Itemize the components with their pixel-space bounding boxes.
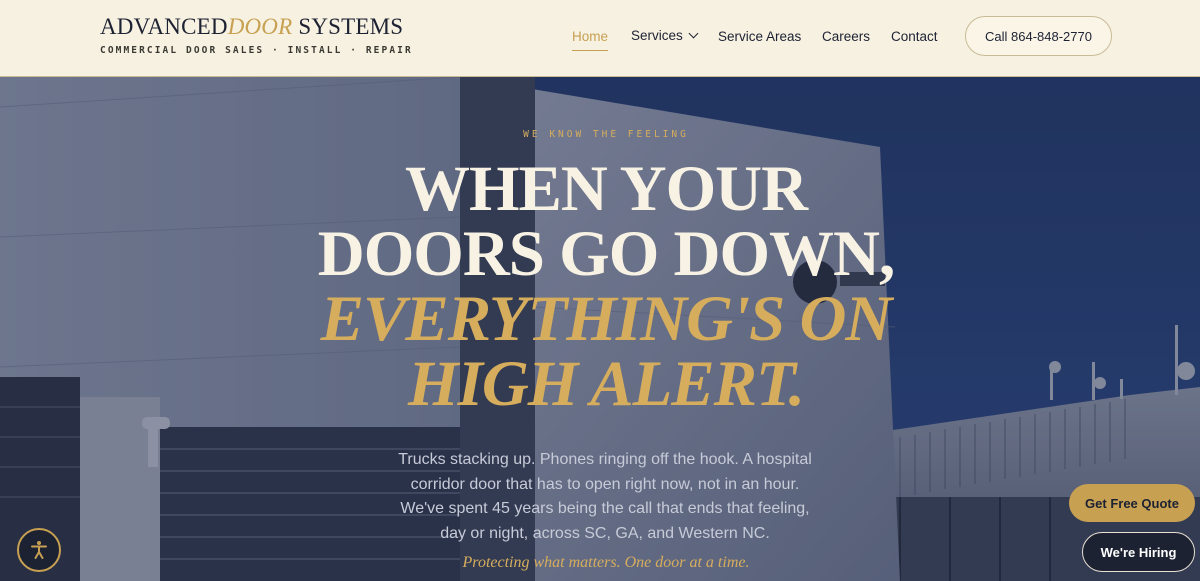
site-header: ADVANCEDDOOR SYSTEMS COMMERCIAL DOOR SAL… — [0, 0, 1200, 77]
logo[interactable]: ADVANCEDDOOR SYSTEMS COMMERCIAL DOOR SAL… — [100, 14, 413, 56]
headline-line-2: DOORS GO DOWN, — [317, 218, 895, 290]
headline-accent-line-2: HIGH ALERT. — [408, 348, 805, 420]
nav-home[interactable]: Home — [572, 29, 609, 51]
hero-tagline: Protecting what matters. One door at a t… — [462, 554, 750, 571]
hero-body-text: Trucks stacking up. Phones ringing off t… — [398, 451, 812, 542]
hero-headline: WHEN YOUR DOORS GO DOWN, EVERYTHING'S ON… — [0, 157, 1200, 417]
nav-services-label: Services — [631, 28, 683, 43]
nav-service-areas[interactable]: Service Areas — [718, 29, 801, 44]
logo-word-advanced: ADVANCED — [100, 14, 228, 39]
chevron-down-icon — [688, 28, 699, 39]
call-button[interactable]: Call 864-848-2770 — [965, 16, 1112, 56]
get-free-quote-button[interactable]: Get Free Quote — [1069, 484, 1195, 522]
nav-contact[interactable]: Contact — [891, 29, 938, 44]
were-hiring-button[interactable]: We're Hiring — [1082, 532, 1195, 572]
headline-accent-line-1: EVERYTHING'S ON — [320, 283, 893, 355]
accessibility-icon — [31, 541, 47, 559]
nav-services[interactable]: Services — [631, 28, 699, 43]
logo-word-door: DOOR — [227, 14, 293, 39]
nav-careers[interactable]: Careers — [822, 29, 870, 44]
logo-tagline: COMMERCIAL DOOR SALES · INSTALL · REPAIR — [100, 45, 413, 56]
headline-line-1: WHEN YOUR — [404, 153, 808, 225]
hero-eyebrow: WE KNOW THE FEELING — [523, 129, 689, 140]
hero-section: WE KNOW THE FEELING WHEN YOUR DOORS GO D… — [0, 77, 1200, 581]
logo-word-systems: SYSTEMS — [292, 14, 404, 39]
hero-content: WE KNOW THE FEELING WHEN YOUR DOORS GO D… — [0, 77, 1200, 581]
accessibility-button[interactable] — [17, 528, 61, 572]
logo-wordmark: ADVANCEDDOOR SYSTEMS — [100, 14, 413, 40]
